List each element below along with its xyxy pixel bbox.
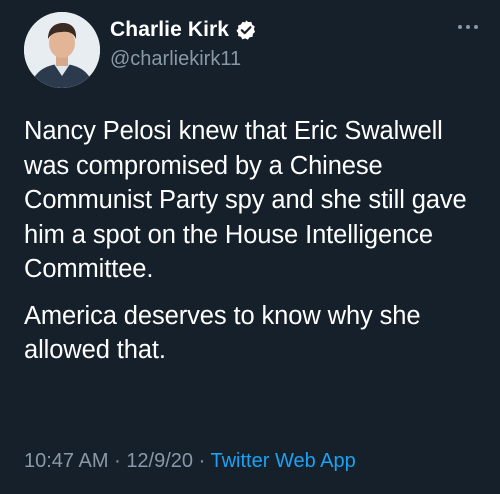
author-display-name[interactable]: Charlie Kirk	[110, 18, 229, 42]
tweet-paragraph: America deserves to know why she allowed…	[24, 301, 421, 365]
verified-badge-icon	[235, 19, 257, 41]
more-options-icon[interactable]	[458, 24, 478, 30]
meta-separator: ·	[198, 450, 206, 472]
tweet-meta: 10:47 AM · 12/9/20 · Twitter Web App	[24, 450, 356, 473]
tweet-time[interactable]: 10:47 AM	[24, 450, 109, 472]
avatar[interactable]	[24, 12, 100, 88]
meta-separator: ·	[114, 450, 121, 472]
avatar-image	[24, 12, 100, 88]
tweet-card: Charlie Kirk @charliekirk11 Nancy Pelosi…	[0, 0, 500, 494]
more-dot	[458, 25, 462, 29]
tweet-text: Nancy Pelosi knew that Eric Swalwell was…	[24, 114, 484, 368]
more-dot	[466, 25, 470, 29]
tweet-paragraph: Nancy Pelosi knew that Eric Swalwell was…	[24, 117, 467, 283]
tweet-source-link[interactable]: Twitter Web App	[210, 450, 355, 472]
author-handle[interactable]: @charliekirk11	[110, 48, 241, 71]
tweet-date[interactable]: 12/9/20	[126, 450, 193, 472]
more-dot	[474, 25, 478, 29]
author-name-row[interactable]: Charlie Kirk	[110, 16, 257, 44]
